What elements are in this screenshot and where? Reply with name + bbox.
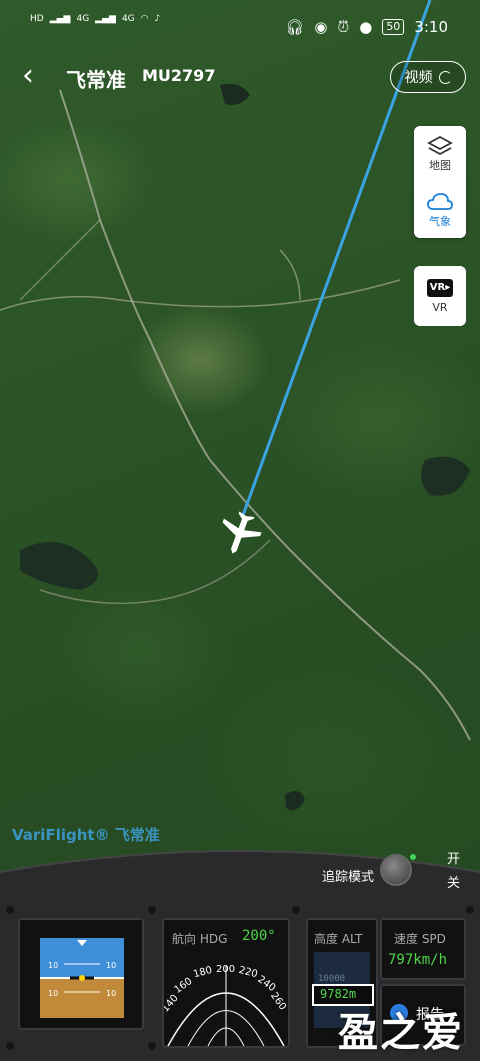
screw-icon (6, 1042, 14, 1050)
screw-icon (6, 906, 14, 914)
speed-value: 797km/h (388, 952, 448, 968)
weather-button[interactable]: 气象 (414, 182, 466, 238)
chevron-left-icon: ‹ (22, 58, 34, 93)
battery-icon: 50 (382, 19, 405, 35)
video-label: 视频 (404, 70, 433, 86)
attitude-display: 10 10 10 10 (40, 938, 124, 1018)
altitude-value: 9782m (320, 987, 357, 1001)
screw-icon (292, 906, 300, 914)
site-watermark: 盈之爱 (338, 1010, 464, 1056)
clock: 3:10 (414, 18, 448, 36)
switch-on-label[interactable]: 开 (447, 848, 460, 867)
signal-icon: ▂▄▆ (95, 14, 116, 24)
status-led-icon (410, 854, 416, 860)
speed-indicator: 速度 SPD 797km/h (380, 918, 466, 980)
back-button[interactable]: ‹ (22, 58, 34, 94)
cloud-icon (427, 193, 453, 210)
video-button[interactable]: 视频 (390, 61, 466, 93)
dial-label: 220 (237, 965, 258, 981)
header: ‹ 飞常准 MU2797 视频 (0, 58, 480, 98)
attitude-tick: 10 (48, 961, 58, 970)
screw-icon (466, 906, 474, 914)
speed-title: 速度 SPD (394, 932, 446, 946)
headphones-icon: 🎧︎ (285, 18, 305, 36)
hd-icon: HD (30, 14, 44, 24)
location-icon: ● (359, 18, 373, 36)
layers-icon (427, 135, 453, 156)
vr-camera-icon: VR▸ (427, 278, 453, 297)
eye-icon: ◉ (314, 18, 328, 36)
screw-icon (148, 1042, 156, 1050)
attitude-tick: 10 (106, 961, 116, 970)
map-tools-panel: 地图 气象 (414, 126, 466, 238)
refresh-icon (438, 70, 452, 84)
network-4g-icon: 4G (121, 14, 135, 24)
status-bar: HD ▂▄▆ 4G ▂▄▆ 4G ◠ ♪ 🎧︎ ◉ ⏰︎ ● 50 3:10 (0, 0, 480, 56)
wifi-icon: ◠ (140, 14, 149, 24)
track-mode-knob[interactable] (380, 854, 412, 886)
dial-label: 160 (172, 976, 194, 996)
attitude-tick: 10 (48, 989, 58, 998)
music-icon: ♪ (154, 14, 161, 24)
vr-button[interactable]: VR▸ VR (414, 266, 466, 326)
network-4g-icon: 4G (76, 14, 90, 24)
altitude-title: 高度 ALT (314, 932, 363, 946)
dial-label: 180 (192, 965, 213, 981)
flight-number: MU2797 (142, 66, 216, 85)
heading-indicator: 航向 HDG 200° 140 160 180 200 220 240 260 (162, 918, 290, 1048)
map-label: 地图 (429, 159, 451, 172)
dial-label: 240 (255, 974, 277, 994)
map-layer-button[interactable]: 地图 (414, 126, 466, 182)
weather-label: 气象 (429, 215, 451, 228)
dial-label: 260 (268, 990, 288, 1012)
track-mode-label: 追踪模式 (321, 870, 374, 885)
switch-off-label[interactable]: 关 (447, 872, 460, 891)
vr-label: VR (432, 300, 448, 314)
status-right: 🎧︎ ◉ ⏰︎ ● 50 3:10 (285, 18, 448, 36)
attitude-indicator: 10 10 10 10 (18, 918, 144, 1030)
heading-dial: 140 160 180 200 220 240 260 (164, 964, 288, 1046)
alarm-icon: ⏰︎ (337, 18, 350, 36)
dial-label: 200 (216, 964, 235, 975)
altitude-tape-label: 10000 (318, 974, 346, 984)
signal-icon: ▂▄▆ (49, 14, 71, 24)
signal-indicators: HD ▂▄▆ 4G ▂▄▆ 4G ◠ ♪ (30, 14, 160, 24)
attitude-tick: 10 (106, 989, 116, 998)
screw-icon (148, 906, 156, 914)
app-brand: 飞常准 (66, 68, 126, 92)
